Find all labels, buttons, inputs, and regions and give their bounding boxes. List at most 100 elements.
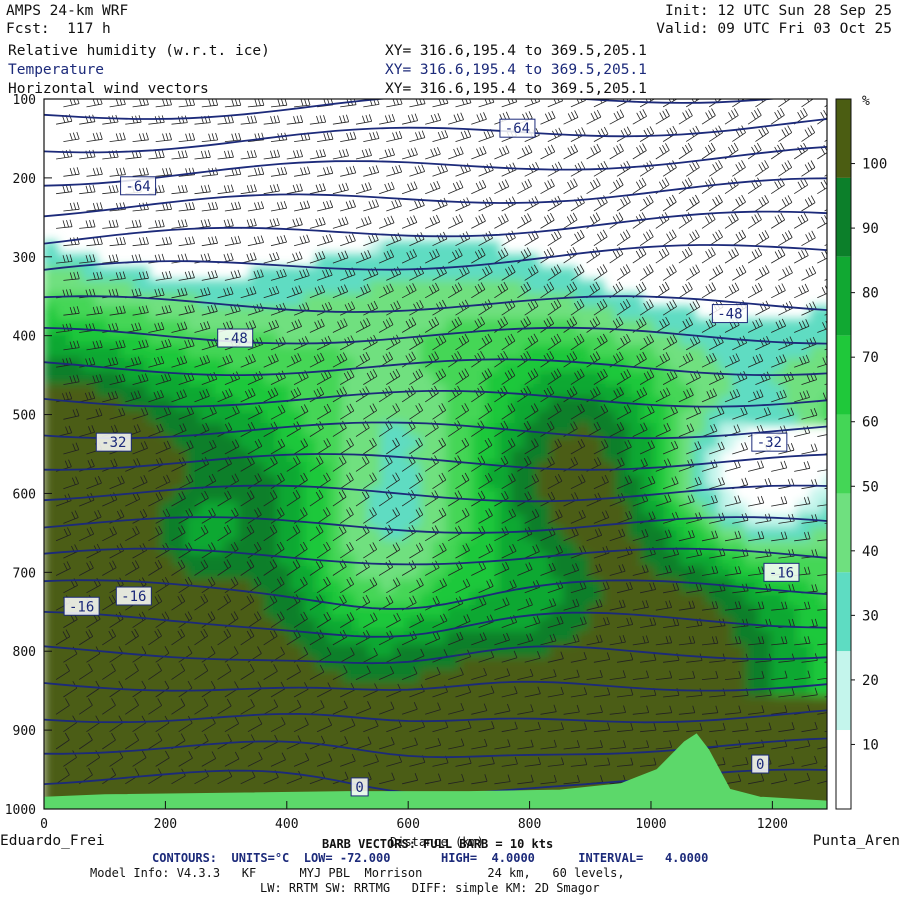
rh-cell bbox=[329, 397, 344, 412]
rh-cell bbox=[693, 449, 708, 464]
rh-cell bbox=[459, 735, 474, 750]
rh-cell bbox=[498, 722, 513, 737]
rh-cell bbox=[407, 722, 422, 737]
field1-label: Relative humidity (w.r.t. ice) bbox=[8, 43, 270, 59]
rh-cell bbox=[160, 553, 175, 568]
rh-cell bbox=[238, 488, 253, 503]
colorbar-bin bbox=[836, 335, 851, 415]
rh-cell bbox=[784, 358, 799, 373]
rh-cell bbox=[44, 631, 58, 646]
rh-cell bbox=[368, 384, 383, 399]
rh-cell bbox=[82, 488, 97, 503]
rh-cell bbox=[121, 735, 136, 750]
rh-cell bbox=[381, 371, 396, 386]
rh-cell bbox=[199, 306, 214, 321]
rh-cell bbox=[303, 462, 318, 477]
rh-cell bbox=[160, 384, 175, 399]
rh-cell bbox=[290, 293, 305, 308]
rh-cell bbox=[264, 501, 279, 516]
rh-cell bbox=[641, 553, 656, 568]
colorbar-bin bbox=[836, 493, 851, 573]
rh-cell bbox=[693, 605, 708, 620]
colorbar-tick-label: 100 bbox=[862, 157, 887, 173]
rh-cell bbox=[290, 384, 305, 399]
rh-cell bbox=[511, 761, 526, 776]
rh-cell bbox=[628, 449, 643, 464]
rh-cell bbox=[303, 579, 318, 594]
rh-cell bbox=[69, 553, 84, 568]
rh-cell bbox=[186, 280, 201, 295]
rh-cell bbox=[277, 488, 292, 503]
rh-cell bbox=[758, 358, 773, 373]
y-tick-label: 400 bbox=[13, 330, 36, 345]
rh-cell bbox=[44, 371, 58, 386]
rh-cell bbox=[758, 644, 773, 659]
rh-cell bbox=[771, 605, 786, 620]
rh-cell bbox=[485, 761, 500, 776]
rh-cell bbox=[771, 358, 786, 373]
rh-cell bbox=[82, 514, 97, 529]
rh-cell bbox=[680, 319, 695, 334]
init-time: Init: 12 UTC Sun 28 Sep 25 bbox=[665, 3, 892, 19]
contour-label: -64 bbox=[125, 179, 150, 195]
rh-cell bbox=[654, 696, 669, 711]
contour-label: -48 bbox=[717, 307, 742, 323]
rh-cell bbox=[225, 761, 240, 776]
rh-cell bbox=[264, 670, 279, 685]
rh-cell bbox=[628, 657, 643, 672]
rh-cell bbox=[797, 332, 812, 347]
rh-cell bbox=[771, 371, 786, 386]
rh-cell bbox=[563, 267, 578, 282]
rh-cell bbox=[44, 696, 58, 711]
rh-cell bbox=[472, 397, 487, 412]
rh-cell bbox=[628, 683, 643, 698]
rh-cell bbox=[797, 618, 812, 633]
rh-cell bbox=[615, 761, 630, 776]
rh-cell bbox=[407, 332, 422, 347]
rh-cell bbox=[225, 488, 240, 503]
rh-cell bbox=[121, 475, 136, 490]
rh-cell bbox=[797, 722, 812, 737]
rh-cell bbox=[277, 527, 292, 542]
rh-cell bbox=[485, 410, 500, 425]
rh-cell bbox=[485, 709, 500, 724]
rh-cell bbox=[329, 540, 344, 555]
rh-cell bbox=[316, 657, 331, 672]
rh-cell bbox=[316, 449, 331, 464]
rh-cell bbox=[446, 540, 461, 555]
rh-cell bbox=[277, 709, 292, 724]
rh-cell bbox=[264, 267, 279, 282]
colorbar-tick-label: 20 bbox=[862, 673, 879, 689]
rh-cell bbox=[667, 501, 682, 516]
rh-cell bbox=[771, 592, 786, 607]
rh-cell bbox=[602, 592, 617, 607]
rh-cell bbox=[498, 540, 513, 555]
rh-cell bbox=[758, 384, 773, 399]
rh-cell bbox=[44, 501, 58, 516]
rh-cell bbox=[732, 397, 747, 412]
rh-cell bbox=[771, 774, 786, 789]
rh-cell bbox=[537, 657, 552, 672]
rh-cell bbox=[355, 696, 370, 711]
rh-cell bbox=[511, 436, 526, 451]
rh-cell bbox=[264, 696, 279, 711]
rh-cell bbox=[277, 397, 292, 412]
rh-cell bbox=[550, 566, 565, 581]
rh-cell bbox=[537, 267, 552, 282]
rh-cell bbox=[329, 436, 344, 451]
rh-cell bbox=[316, 540, 331, 555]
rh-cell bbox=[407, 475, 422, 490]
rh-cell bbox=[394, 592, 409, 607]
contour-label: -64 bbox=[505, 121, 530, 137]
rh-cell bbox=[108, 670, 123, 685]
rh-cell bbox=[680, 540, 695, 555]
rh-cell bbox=[95, 735, 110, 750]
rh-cell bbox=[134, 761, 149, 776]
rh-cell bbox=[524, 696, 539, 711]
rh-cell bbox=[82, 761, 97, 776]
rh-cell bbox=[719, 345, 734, 360]
rh-cell bbox=[563, 774, 578, 789]
rh-cell bbox=[576, 670, 591, 685]
rh-cell bbox=[485, 306, 500, 321]
rh-cell bbox=[667, 657, 682, 672]
